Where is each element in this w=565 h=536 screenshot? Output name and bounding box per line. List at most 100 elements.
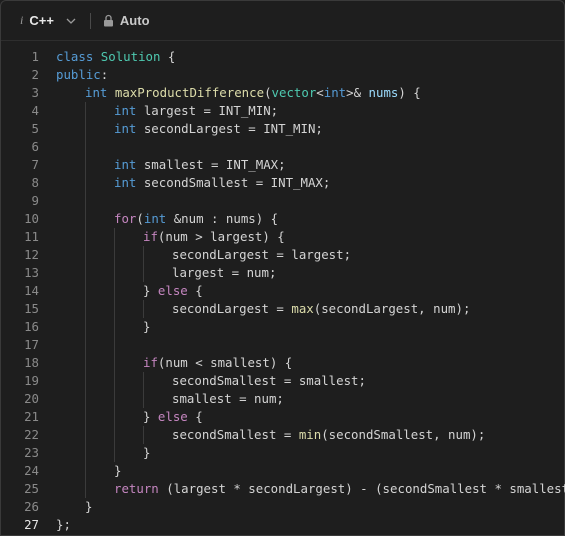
indent-guide (85, 354, 86, 372)
code-token: return (114, 481, 159, 496)
code-token: : (100, 67, 109, 82)
line-number: 13 (24, 265, 39, 280)
code-line[interactable]: 12 secondLargest = largest; (1, 246, 565, 264)
indent-guide (114, 318, 115, 336)
indent-guide (143, 246, 144, 264)
indent-guide (85, 264, 86, 282)
code-token: (num > largest) { (157, 229, 285, 244)
code-area[interactable]: 1 class Solution {2 public: 3 int maxProduct… (1, 48, 565, 534)
code-text: largest = num; (172, 264, 276, 282)
code-token: secondSmallest = smallest; (172, 373, 366, 388)
code-line[interactable]: 7 int smallest = INT_MAX; (1, 156, 565, 174)
code-line[interactable]: 20 smallest = num; (1, 390, 565, 408)
line-number: 23 (24, 445, 39, 460)
code-text: } (143, 318, 150, 336)
code-token: < (316, 85, 324, 100)
code-line[interactable]: 6 (1, 138, 565, 156)
code-token: secondLargest = INT_MIN; (136, 121, 323, 136)
code-line[interactable]: 26} (1, 498, 565, 516)
code-token: min (298, 427, 322, 442)
indent-guide (85, 192, 86, 210)
code-line[interactable]: 25 return (largest * secondLargest) - (se… (1, 480, 565, 498)
editor-toolbar: i C++ Auto (1, 1, 564, 41)
code-line[interactable]: 15 secondLargest = max(secondLargest, num… (1, 300, 565, 318)
code-token: } (114, 463, 122, 478)
code-line[interactable]: 24} (1, 462, 565, 480)
indent-guide (85, 444, 86, 462)
indent-guide (85, 228, 86, 246)
indent-guide (85, 102, 86, 120)
code-token: int (114, 103, 137, 118)
line-number: 5 (31, 121, 39, 136)
line-number: 10 (24, 211, 39, 226)
line-number: 16 (24, 319, 39, 334)
code-line[interactable]: 3 int maxProductDifference(vector<int>& n… (1, 84, 565, 102)
code-token: max (291, 301, 314, 316)
code-text: if(num > largest) { (143, 228, 285, 246)
code-line[interactable]: 18 if(num < smallest) { (1, 354, 565, 372)
language-selector[interactable]: i C++ (20, 13, 76, 28)
toolbar-divider (89, 12, 91, 29)
code-token: else (157, 283, 188, 298)
line-number: 27 (24, 517, 39, 532)
code-editor[interactable]: i C++ Auto 1 class Solution {2 public: 3 int… (0, 0, 565, 536)
code-token: maxProductDifference (114, 85, 265, 100)
code-token: (secondSmallest, num); (321, 427, 486, 442)
line-number: 12 (24, 247, 39, 262)
code-token: ( (136, 211, 144, 226)
code-token: } (143, 319, 151, 334)
code-line[interactable]: 5 int secondLargest = INT_MIN; (1, 120, 565, 138)
code-line[interactable]: 9 (1, 192, 565, 210)
code-line[interactable]: 13 largest = num; (1, 264, 565, 282)
indent-guide (85, 282, 86, 300)
indent-guide (85, 372, 86, 390)
code-token: public (56, 67, 101, 82)
code-token: secondSmallest = INT_MAX; (136, 175, 331, 190)
code-line[interactable]: 10 for(int &num : nums) { (1, 210, 565, 228)
code-token: int (114, 157, 137, 172)
code-token: for (114, 211, 137, 226)
line-number: 6 (31, 139, 39, 154)
code-text: smallest = num; (172, 390, 284, 408)
code-token: (num < smallest) { (157, 355, 293, 370)
line-number: 11 (24, 229, 39, 244)
code-line[interactable]: 4 int largest = INT_MIN; (1, 102, 565, 120)
code-line[interactable]: 14} else { (1, 282, 565, 300)
line-number: 20 (24, 391, 39, 406)
code-token: } (85, 499, 93, 514)
line-number: 1 (31, 49, 39, 64)
code-token: secondSmallest = (172, 427, 299, 442)
indent-guide (85, 408, 86, 426)
code-line[interactable]: 2 public: (1, 66, 565, 84)
auto-mode-indicator[interactable]: Auto (103, 13, 150, 28)
code-line[interactable]: 19 secondSmallest = smallest; (1, 372, 565, 390)
indent-guide (114, 354, 115, 372)
code-token: secondLargest = (172, 301, 292, 316)
code-line[interactable]: 8 int secondSmallest = INT_MAX; (1, 174, 565, 192)
line-number: 25 (24, 481, 39, 496)
indent-guide (114, 390, 115, 408)
code-token: int (323, 85, 347, 100)
code-token: { (187, 283, 203, 298)
code-text: secondSmallest = min(secondSmallest, num… (172, 426, 485, 444)
line-number: 15 (24, 301, 39, 316)
line-number: 9 (31, 193, 39, 208)
indent-guide (143, 372, 144, 390)
code-token: Solution (100, 49, 161, 64)
code-token: { (187, 409, 203, 424)
code-line[interactable]: 22 secondSmallest = min(secondSmallest, n… (1, 426, 565, 444)
code-line[interactable]: 16} (1, 318, 565, 336)
code-line[interactable]: 1 class Solution { (1, 48, 565, 66)
code-token: vector (271, 85, 317, 100)
code-line[interactable]: 21} else { (1, 408, 565, 426)
code-line[interactable]: 27}; (1, 516, 565, 534)
code-text: return (largest * secondLargest) - (seco… (114, 480, 565, 498)
line-number: 18 (24, 355, 39, 370)
code-text: int smallest = INT_MAX; (114, 156, 286, 174)
code-line[interactable]: 11 if(num > largest) { (1, 228, 565, 246)
code-line[interactable]: 23} (1, 444, 565, 462)
indent-guide (85, 300, 86, 318)
code-line[interactable]: 17 (1, 336, 565, 354)
code-text: secondLargest = max(secondLargest, num); (172, 300, 470, 318)
